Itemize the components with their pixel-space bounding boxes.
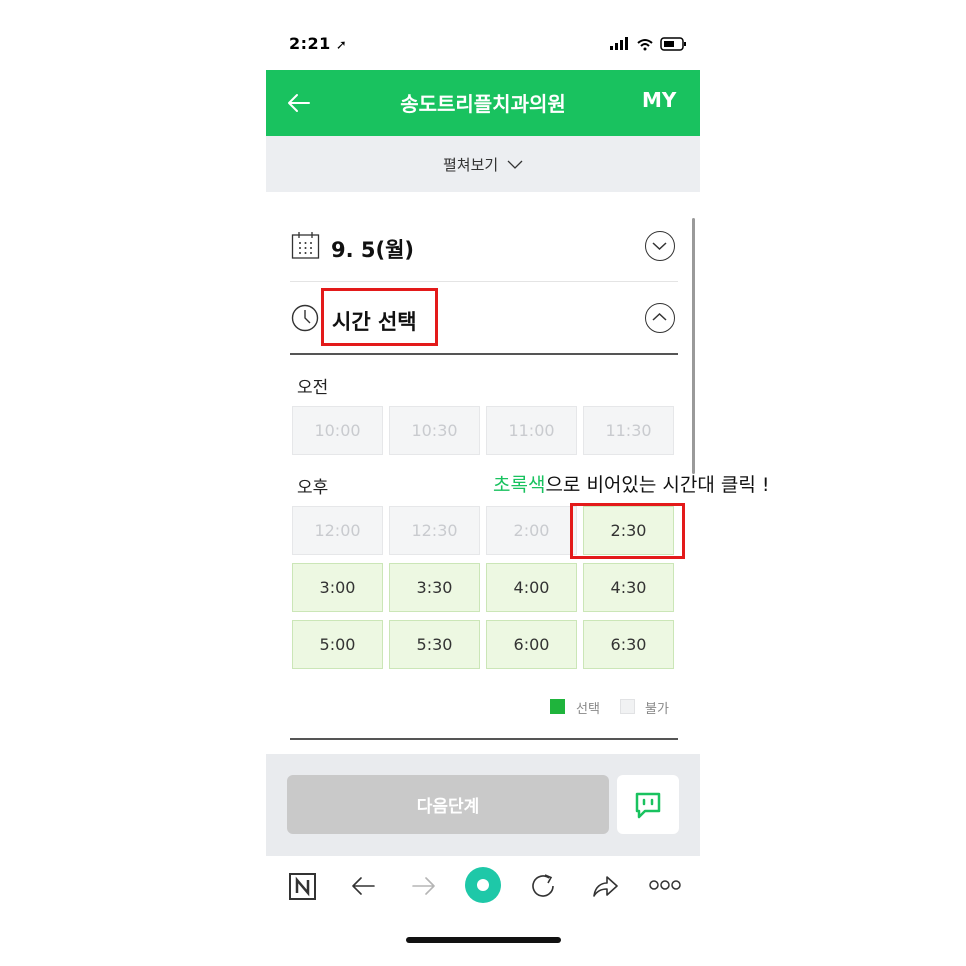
- annotation-text: 으로 비어있는 시간대 클릭 !: [545, 474, 770, 496]
- scrollbar[interactable]: [692, 218, 695, 474]
- divider: [290, 281, 678, 282]
- afternoon-label: 오후: [297, 478, 329, 498]
- time-slot-available[interactable]: 3:00: [292, 563, 383, 612]
- time-slot-available[interactable]: 4:30: [583, 563, 674, 612]
- expand-label: 펼쳐보기: [443, 156, 499, 174]
- morning-label: 오전: [297, 378, 329, 398]
- highlight-box-slot: [570, 503, 685, 559]
- time-slot: 11:00: [486, 406, 577, 455]
- guide-annotation: 초록색으로 비어있는 시간대 클릭 !: [493, 470, 770, 497]
- time-slot: 2:00: [486, 506, 577, 555]
- my-button[interactable]: MY: [642, 88, 676, 112]
- more-icon[interactable]: [648, 877, 682, 893]
- chat-button[interactable]: [617, 775, 679, 834]
- share-icon[interactable]: [589, 870, 621, 902]
- time-slot-available[interactable]: 6:00: [486, 620, 577, 669]
- home-indicator[interactable]: [406, 937, 561, 943]
- time-slot-available[interactable]: 3:30: [389, 563, 480, 612]
- browser-back-icon[interactable]: [348, 870, 380, 902]
- divider: [290, 353, 678, 355]
- next-step-button[interactable]: 다음단계: [287, 775, 609, 834]
- refresh-icon[interactable]: [528, 870, 560, 902]
- expand-toggle[interactable]: 펼쳐보기: [266, 154, 700, 175]
- browser-forward-icon[interactable]: [407, 870, 439, 902]
- legend-selected-swatch: [550, 699, 565, 714]
- legend-unavailable-swatch: [620, 699, 635, 714]
- status-icons: [610, 37, 686, 51]
- time-slot: 10:00: [292, 406, 383, 455]
- time-slot: 11:30: [583, 406, 674, 455]
- home-circle-icon[interactable]: [464, 866, 502, 904]
- time-collapse-button[interactable]: [645, 303, 675, 333]
- time-slot-available[interactable]: 4:00: [486, 563, 577, 612]
- naver-icon[interactable]: [287, 870, 319, 902]
- chat-icon: [635, 792, 661, 819]
- clinic-title: 송도트리플치과의원: [400, 92, 566, 116]
- legend-unavailable-label: 불가: [645, 702, 669, 717]
- status-time: 2:21 ➚: [289, 34, 348, 53]
- annotation-highlight: 초록색: [493, 474, 546, 496]
- chevron-up-icon: [652, 312, 667, 321]
- time-slot-available[interactable]: 5:00: [292, 620, 383, 669]
- date-expand-button[interactable]: [645, 231, 675, 261]
- selected-date: 9. 5(월): [331, 238, 415, 262]
- time-slot-available[interactable]: 5:30: [389, 620, 480, 669]
- legend-selected-label: 선택: [576, 702, 600, 717]
- time-slot: 12:00: [292, 506, 383, 555]
- divider: [290, 738, 678, 740]
- time-slot: 12:30: [389, 506, 480, 555]
- calendar-icon: [291, 232, 320, 259]
- chevron-down-icon: [507, 160, 523, 169]
- chevron-down-icon: [652, 242, 667, 251]
- time-slot: 10:30: [389, 406, 480, 455]
- time-slot-available[interactable]: 6:30: [583, 620, 674, 669]
- clock-icon: [291, 304, 319, 332]
- highlight-box-title: [321, 288, 438, 346]
